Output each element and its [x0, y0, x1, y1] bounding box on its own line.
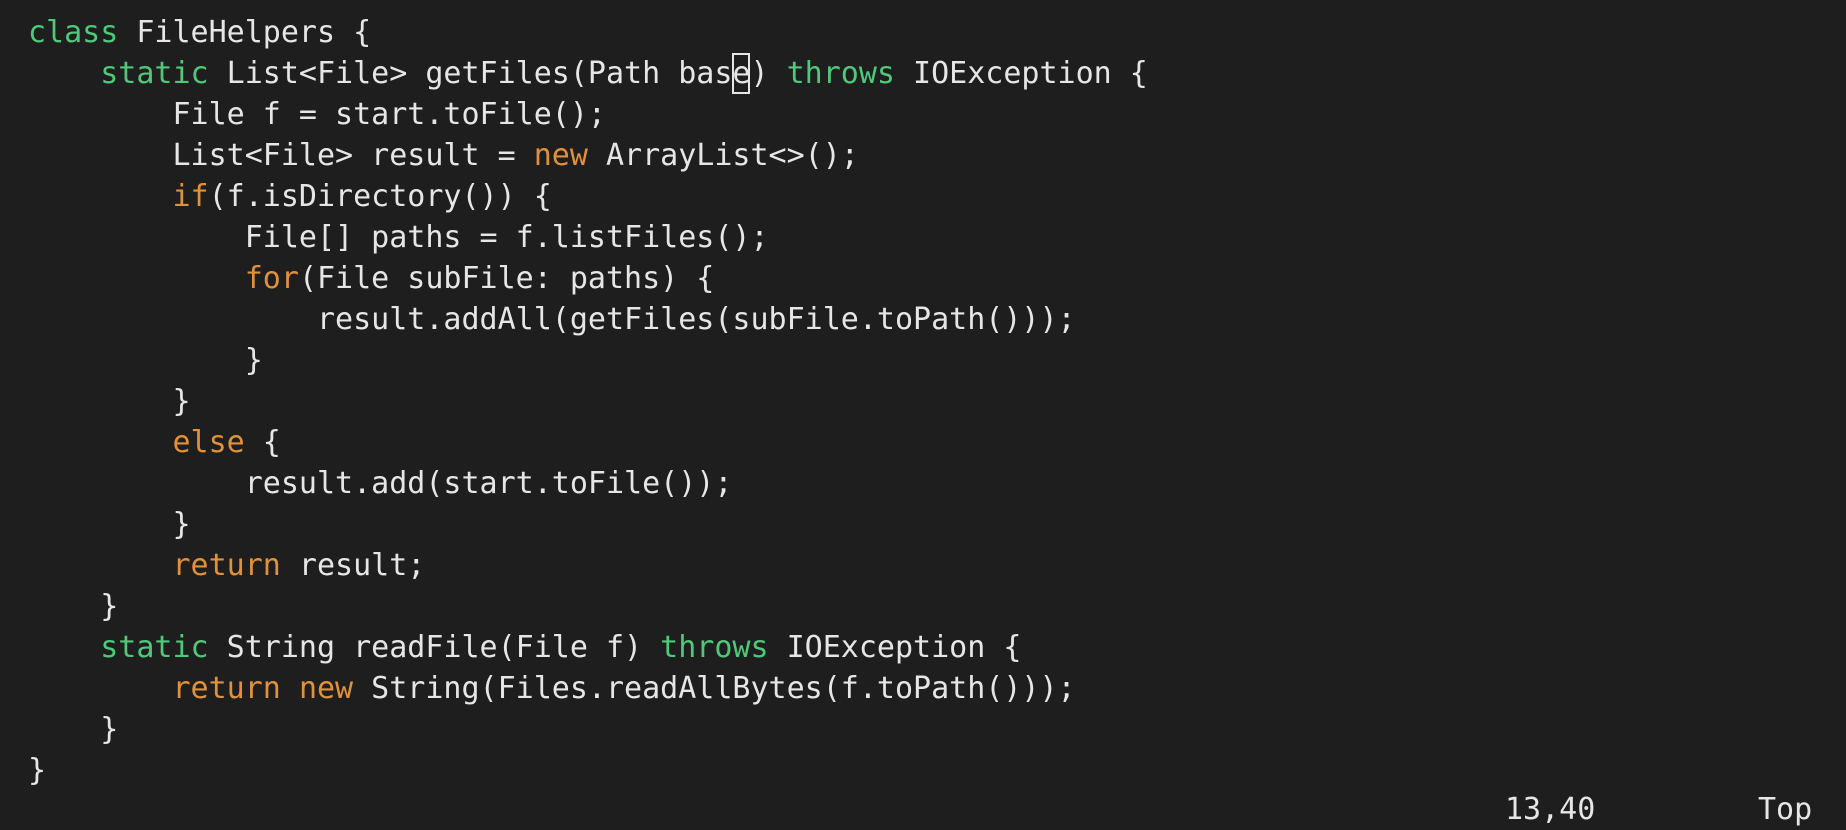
code-token: { — [244, 425, 281, 460]
code-token: static — [100, 630, 209, 665]
text-cursor: e — [732, 53, 751, 94]
code-line[interactable]: static List<File> getFiles(Path base) th… — [28, 53, 1828, 94]
code-token: new — [298, 671, 354, 706]
code-line[interactable]: } — [28, 381, 1828, 422]
code-token: return — [172, 548, 281, 583]
code-token: File f = start.toFile(); — [28, 97, 606, 132]
code-token: result.addAll(getFiles(subFile.toPath())… — [28, 302, 1076, 337]
code-line[interactable]: result.add(start.toFile()); — [28, 463, 1828, 504]
code-token: ArrayList<>(); — [587, 138, 859, 173]
code-line[interactable]: } — [28, 709, 1828, 750]
code-token: } — [28, 753, 47, 788]
code-line[interactable]: File f = start.toFile(); — [28, 94, 1828, 135]
code-line[interactable]: if(f.isDirectory()) { — [28, 176, 1828, 217]
code-line[interactable]: return result; — [28, 545, 1828, 586]
code-line[interactable]: else { — [28, 422, 1828, 463]
code-token: else — [172, 425, 245, 460]
code-token: throws — [660, 630, 769, 665]
code-line[interactable]: static String readFile(File f) throws IO… — [28, 627, 1828, 668]
code-token: } — [28, 384, 191, 419]
code-line[interactable]: class FileHelpers { — [28, 12, 1828, 53]
code-line[interactable]: } — [28, 750, 1828, 791]
code-editor[interactable]: class FileHelpers { static List<File> ge… — [28, 12, 1828, 791]
code-line[interactable]: } — [28, 504, 1828, 545]
code-token: FileHelpers { — [118, 15, 372, 50]
code-token: } — [28, 589, 119, 624]
code-token: for — [244, 261, 299, 296]
code-token: class — [28, 15, 119, 50]
code-token: String(Files.readAllBytes(f.toPath())); — [353, 671, 1076, 706]
code-token: File[] paths = f.listFiles(); — [28, 220, 769, 255]
code-token: ) — [750, 56, 787, 91]
code-token: IOException { — [894, 56, 1148, 91]
code-line[interactable]: result.addAll(getFiles(subFile.toPath())… — [28, 299, 1828, 340]
code-token: (f.isDirectory()) { — [208, 179, 552, 214]
code-token: String readFile(File f) — [208, 630, 661, 665]
code-token: IOException { — [768, 630, 1022, 665]
code-token: } — [28, 507, 191, 542]
code-token: } — [28, 343, 263, 378]
code-token: } — [28, 712, 119, 747]
cursor-position: 13,40 — [1505, 792, 1596, 827]
code-line[interactable]: } — [28, 340, 1828, 381]
scroll-indicator: Top — [1758, 792, 1813, 827]
code-line[interactable]: } — [28, 586, 1828, 627]
code-token: return — [172, 671, 281, 706]
code-token: new — [533, 138, 588, 173]
status-bar: 13,40 Top — [0, 790, 1846, 830]
code-token: List<File> result = — [28, 138, 534, 173]
code-line[interactable]: return new String(Files.readAllBytes(f.t… — [28, 668, 1828, 709]
code-token: result.add(start.toFile()); — [28, 466, 733, 501]
code-token: (File subFile: paths) { — [298, 261, 715, 296]
code-token: throws — [786, 56, 895, 91]
code-line[interactable]: for(File subFile: paths) { — [28, 258, 1828, 299]
code-line[interactable]: List<File> result = new ArrayList<>(); — [28, 135, 1828, 176]
code-line[interactable]: File[] paths = f.listFiles(); — [28, 217, 1828, 258]
code-token: static — [100, 56, 209, 91]
code-token: List<File> getFiles(Path bas — [208, 56, 733, 91]
code-token: if — [172, 179, 209, 214]
code-token: result; — [280, 548, 426, 583]
